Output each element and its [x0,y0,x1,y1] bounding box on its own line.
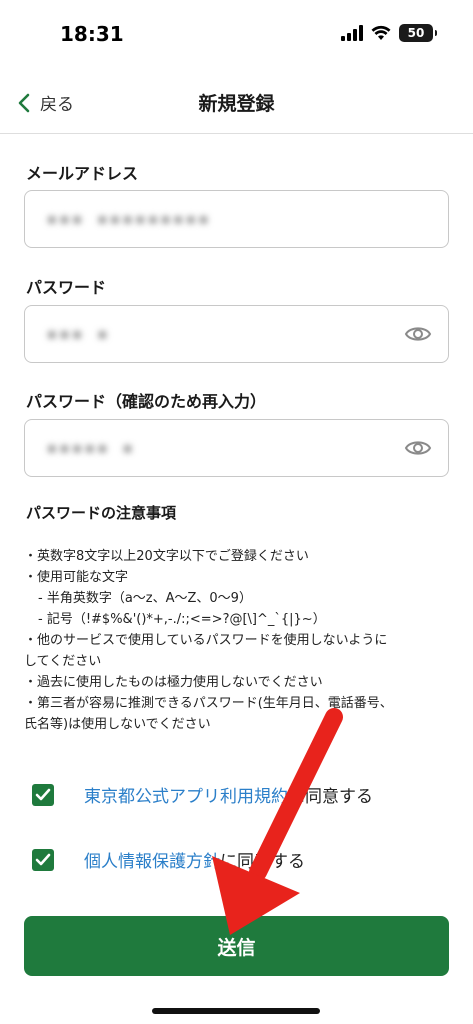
password-confirm-value: ▪▪▪▪▪ ▪ [47,438,136,457]
password-confirm-field[interactable]: ▪▪▪▪▪ ▪ [24,419,449,477]
privacy-checkbox[interactable] [32,848,54,871]
note-item: ・英数字8文字以上20文字以下でご登録ください [24,549,309,564]
privacy-suffix: に同意する [220,852,305,872]
password-field[interactable]: ▪▪▪ ▪ [24,305,449,363]
eye-icon[interactable] [404,437,432,459]
privacy-agreement-text: 個人情報保護方針に同意する [84,847,305,872]
email-value: ▪▪▪ ▪▪▪▪▪▪▪▪▪ [47,209,212,228]
password-notes-title: パスワードの注意事項 [26,504,177,522]
note-item: してください [24,654,102,669]
wifi-icon [371,25,391,40]
page-title: 新規登録 [198,93,275,115]
terms-agreement-text: 東京都公式アプリ利用規約に同意する [84,782,373,807]
terms-agreement-row: 東京都公式アプリ利用規約に同意する [32,782,373,807]
battery-icon: 50 [399,24,437,42]
note-item: ・過去に使用したものは極力使用しないでください [24,675,323,690]
terms-checkbox[interactable] [32,783,54,806]
note-item: ・第三者が容易に推測できるパスワード(生年月日、電話番号、 [24,696,393,711]
note-item: 氏名等)は使用しないでください [24,717,211,732]
signal-icon [341,25,363,41]
terms-link[interactable]: 東京都公式アプリ利用規約 [84,787,288,807]
home-indicator [152,1008,320,1014]
email-field[interactable]: ▪▪▪ ▪▪▪▪▪▪▪▪▪ [24,190,449,248]
note-item: ・他のサービスで使用しているパスワードを使用しないように [24,633,388,648]
password-value: ▪▪▪ ▪ [47,324,111,343]
password-notes-list: ・英数字8文字以上20文字以下でご登録ください ・使用可能な文字 - 半角英数字… [24,546,454,735]
status-time: 18:31 [60,22,124,46]
privacy-agreement-row: 個人情報保護方針に同意する [32,847,305,872]
email-label: メールアドレス [26,164,139,183]
submit-button[interactable]: 送信 [24,916,449,976]
note-item: - 半角英数字（a〜z、A〜Z、0〜9） [38,591,252,606]
status-bar: 18:31 50 [0,0,473,70]
note-item: - 記号（!#$%&'()*+,-./:;<=>?@[\]^_`{|}~） [38,612,326,627]
note-item: ・使用可能な文字 [24,570,129,585]
password-label: パスワード [26,278,107,297]
status-icons: 50 [341,24,437,42]
check-icon [35,788,51,800]
privacy-link[interactable]: 個人情報保護方針 [84,852,220,872]
navigation-bar: 戻る 新規登録 [0,70,473,134]
password-confirm-label: パスワード（確認のため再入力） [26,392,267,411]
terms-suffix: に同意する [288,787,373,807]
eye-icon[interactable] [404,323,432,345]
check-icon [35,853,51,865]
